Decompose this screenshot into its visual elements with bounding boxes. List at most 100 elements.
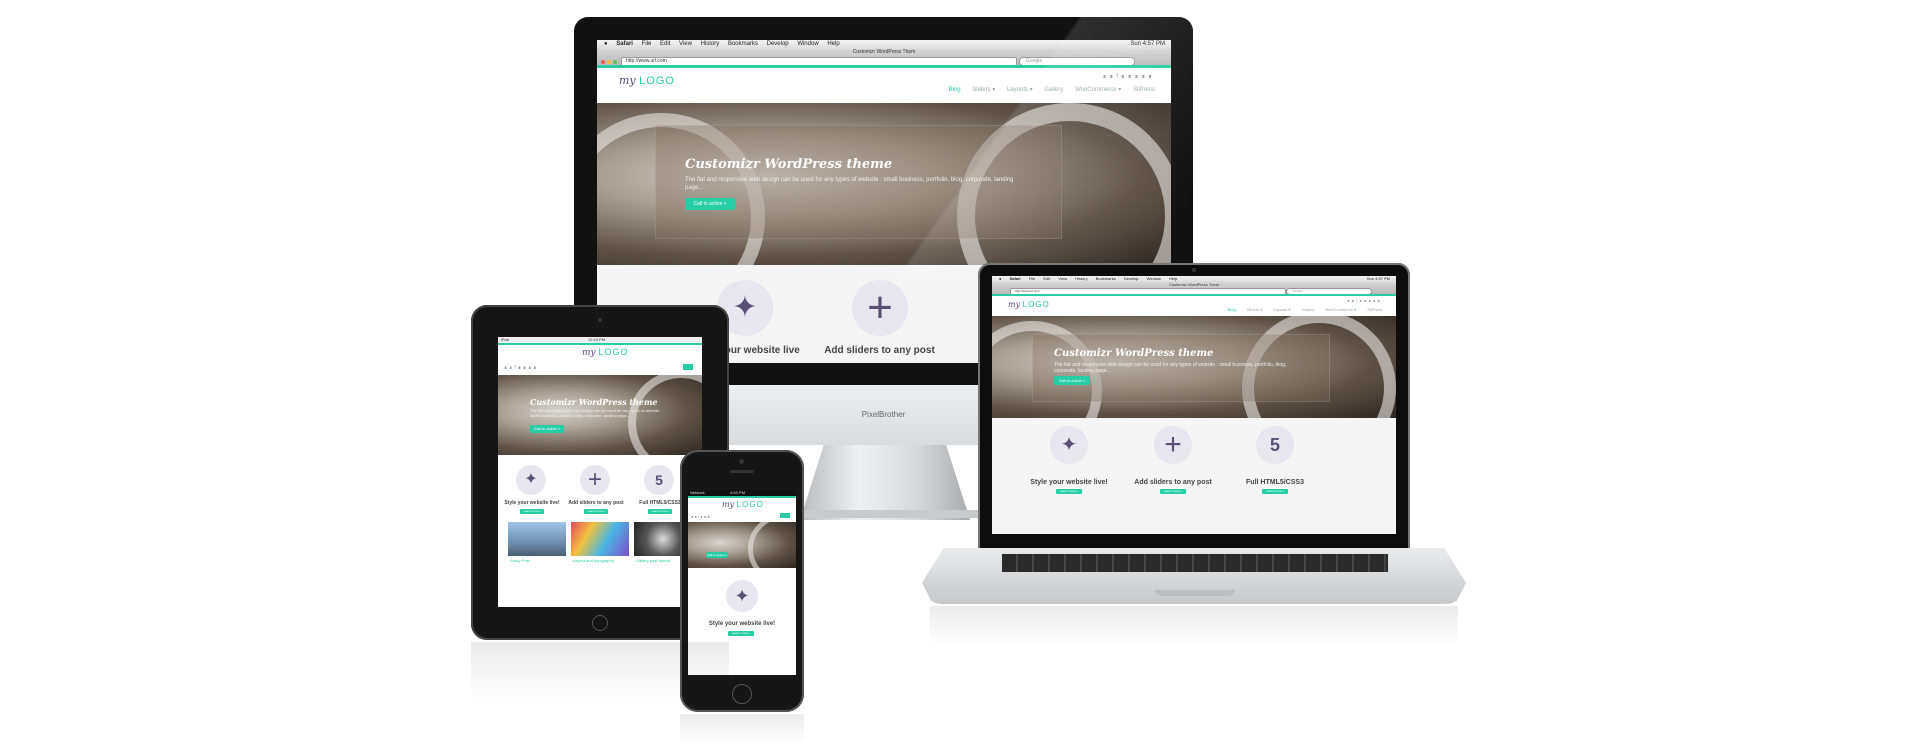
menu-edit[interactable]: Edit	[1043, 276, 1050, 281]
nav-woocommerce[interactable]: WooCommerce ▾	[1075, 87, 1121, 93]
learn-more-button[interactable]: Learn more »	[1262, 489, 1288, 494]
menu-bookmarks[interactable]: Bookmarks	[728, 41, 758, 47]
menu-history[interactable]: History	[1075, 276, 1087, 281]
feature-title: Add sliders to any post	[568, 500, 624, 506]
menu-bookmarks[interactable]: Bookmarks	[1096, 276, 1116, 281]
menu-safari[interactable]: Safari	[1010, 276, 1021, 281]
feature-title: Add sliders to any post	[1134, 479, 1212, 486]
nav-sliders[interactable]: Sliders ▾	[972, 87, 995, 93]
menubar-clock: Sun 4:57 PM	[1130, 41, 1165, 47]
menu-file[interactable]: File	[1029, 276, 1035, 281]
menu-view[interactable]: View	[1058, 276, 1067, 281]
logo-prefix: my	[582, 348, 596, 358]
social-icons[interactable]: ∎∎f∎∎∎∎∎	[1103, 73, 1155, 80]
plus-icon: +	[852, 280, 908, 336]
macbook-reflection	[930, 606, 1458, 646]
iphone-carrier: Network	[690, 490, 705, 495]
learn-more-button[interactable]: Learn more »	[1056, 489, 1082, 494]
macbook-screen: ● Safari File Edit View History Bookmark…	[992, 276, 1396, 534]
feature-title: Style your website live!	[1030, 479, 1108, 486]
nav-blog[interactable]: Blog	[1228, 307, 1236, 312]
hero-title: Customizr WordPress theme	[685, 157, 893, 172]
nav-layouts[interactable]: Layouts ▾	[1007, 87, 1033, 93]
learn-more-button[interactable]: Learn more »	[520, 509, 544, 514]
thumbnail-caption[interactable]: Layout and typography	[573, 558, 614, 563]
menu-window[interactable]: Window	[797, 41, 818, 47]
safari-toolbar: Customizr WordPress Them http://www.url.…	[992, 282, 1396, 295]
hero-text: The flat and responsive web design can b…	[530, 408, 662, 418]
macbook-camera	[1192, 268, 1196, 272]
thumbnail-caption[interactable]: Sticky Post	[510, 558, 530, 563]
safari-toolbar: Customizr WordPress Them http://www.url.…	[597, 49, 1171, 66]
menu-develop[interactable]: Develop	[1124, 276, 1139, 281]
magic-wand-icon: ✦	[1050, 426, 1088, 464]
close-icon[interactable]	[601, 60, 605, 64]
logo-word: LOGO	[598, 347, 629, 357]
menu-help[interactable]: Help	[827, 41, 839, 47]
nav-slipress[interactable]: SliPress	[1133, 87, 1155, 93]
hero-slider: Customizr WordPress theme The flat and r…	[992, 316, 1396, 418]
minimize-icon[interactable]	[607, 60, 611, 64]
nav-slipress[interactable]: SliPress	[1367, 307, 1382, 312]
accent-bar	[992, 294, 1396, 296]
learn-more-button[interactable]: Learn more »	[728, 631, 754, 636]
vault-ring	[748, 522, 796, 568]
hero-title: Customizr WordPress theme	[530, 397, 658, 407]
apple-icon[interactable]: ●	[999, 276, 1001, 281]
site-logo[interactable]: my LOGO	[619, 74, 675, 87]
social-icons[interactable]: ∎∎f∎∎∎∎∎	[1347, 298, 1382, 303]
html5-icon: 5	[1256, 426, 1294, 464]
nav-sliders[interactable]: Sliders ▾	[1247, 307, 1262, 312]
feature-title: Add sliders to any post	[824, 345, 935, 356]
menu-toggle-button[interactable]	[683, 364, 693, 370]
menu-file[interactable]: File	[642, 41, 652, 47]
cta-button[interactable]: Call to action »	[1054, 376, 1090, 385]
apple-icon[interactable]: ●	[604, 41, 608, 47]
macbook-keyboard	[1002, 554, 1388, 572]
menu-toggle-button[interactable]	[780, 513, 790, 518]
browser-title: Customizr WordPress Them	[1168, 282, 1220, 287]
hero-text: The flat and responsive web design can b…	[685, 177, 1014, 191]
ipad-home-button[interactable]	[592, 615, 608, 631]
thumbnail-image[interactable]	[508, 522, 566, 556]
menu-help[interactable]: Help	[1169, 276, 1177, 281]
thumbnail-caption[interactable]: Gallery post format	[636, 558, 670, 563]
hero-slider: Call to action »	[688, 522, 796, 568]
menu-view[interactable]: View	[679, 41, 692, 47]
logo-word: LOGO	[1022, 300, 1050, 309]
nav-blog[interactable]: Blog	[949, 87, 961, 93]
site-nav: Blog Sliders ▾ Layouts ▾ Gallery WooComm…	[1218, 307, 1382, 312]
cta-button[interactable]: Call to action »	[685, 198, 735, 210]
iphone-reflection	[680, 714, 804, 744]
logo-word: LOGO	[736, 500, 764, 509]
social-icons[interactable]: ∎∎f∎∎∎∎	[504, 365, 538, 371]
cta-button[interactable]: Call to action »	[706, 552, 728, 558]
site-logo[interactable]: my LOGO	[1008, 300, 1050, 309]
menu-safari[interactable]: Safari	[616, 41, 633, 47]
cta-button[interactable]: Call to action »	[530, 425, 564, 433]
learn-more-button[interactable]: Learn more »	[648, 509, 672, 514]
menu-window[interactable]: Window	[1147, 276, 1161, 281]
menu-edit[interactable]: Edit	[660, 41, 670, 47]
nav-woocommerce[interactable]: WooCommerce ▾	[1325, 307, 1356, 312]
iphone-camera	[739, 459, 744, 464]
zoom-icon[interactable]	[613, 60, 617, 64]
site-logo[interactable]: my LOGO	[722, 500, 764, 509]
logo-prefix: my	[722, 500, 735, 509]
social-icons[interactable]: ∎∎f∎∎∎	[691, 514, 711, 519]
learn-more-button[interactable]: Learn more »	[1160, 489, 1186, 494]
logo-word: LOGO	[639, 75, 675, 87]
plus-icon: +	[580, 465, 610, 495]
mac-menubar: ● Safari File Edit View History Bookmark…	[597, 40, 1171, 49]
learn-more-button[interactable]: Learn more »	[584, 509, 608, 514]
menu-history[interactable]: History	[701, 41, 720, 47]
accent-bar	[498, 343, 702, 345]
nav-gallery[interactable]: Gallery	[1044, 87, 1063, 93]
iphone-home-button[interactable]	[732, 684, 752, 704]
thumbnail-image[interactable]	[571, 522, 629, 556]
site-logo[interactable]: my LOGO	[582, 347, 629, 358]
nav-layouts[interactable]: Layouts ▾	[1273, 307, 1290, 312]
menu-develop[interactable]: Develop	[767, 41, 789, 47]
hero-text: The flat and responsive web design can b…	[1054, 362, 1287, 374]
nav-gallery[interactable]: Gallery	[1302, 307, 1315, 312]
